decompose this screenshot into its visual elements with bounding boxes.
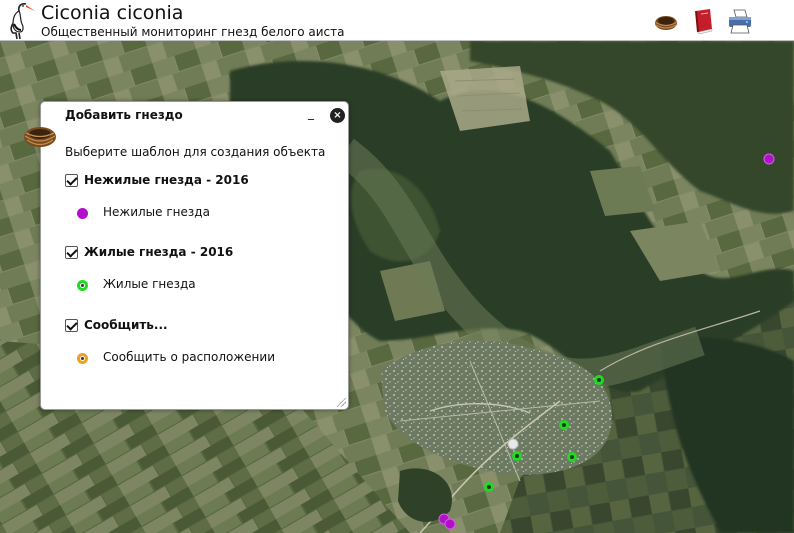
nest-icon xyxy=(24,127,56,147)
app-header: Ciconia ciconia Общественный мониторинг … xyxy=(0,0,794,41)
app-title: Ciconia ciconia xyxy=(41,2,184,24)
layer-name: Жилые гнезда - 2016 xyxy=(84,245,234,259)
nest-marker-uninhabited[interactable] xyxy=(444,518,456,530)
layer-name: Нежилые гнезда - 2016 xyxy=(84,173,249,187)
nest-marker-inhabited[interactable] xyxy=(484,482,494,492)
layer-name: Сообщить... xyxy=(84,318,168,332)
nest-marker-inhabited[interactable] xyxy=(594,375,604,385)
close-button[interactable]: × xyxy=(330,108,345,123)
stork-icon xyxy=(10,3,35,40)
template-label: Нежилые гнезда xyxy=(103,205,210,219)
layer-checkbox[interactable] xyxy=(65,174,78,187)
green-dot-icon xyxy=(77,280,88,291)
nest-marker-inhabited[interactable] xyxy=(559,420,569,430)
nest-marker-uninhabited[interactable] xyxy=(763,153,775,165)
panel-title: Добавить гнездо xyxy=(65,108,183,122)
template-label: Жилые гнезда xyxy=(103,277,196,291)
nest-marker-inhabited[interactable] xyxy=(512,451,522,461)
add-nest-panel: Добавить гнездо _ × Выберите шаблон для … xyxy=(40,101,349,410)
layer-checkbox[interactable] xyxy=(65,246,78,259)
nest-icon[interactable] xyxy=(652,7,680,35)
map-marker-other[interactable] xyxy=(507,438,519,450)
nest-marker-inhabited[interactable] xyxy=(567,452,577,462)
panel-instruction: Выберите шаблон для создания объекта xyxy=(65,145,326,159)
resize-handle[interactable] xyxy=(337,398,346,407)
layer-checkbox[interactable] xyxy=(65,319,78,332)
book-icon[interactable] xyxy=(690,7,718,35)
template-label: Сообщить о расположении xyxy=(103,350,276,364)
app-subtitle: Общественный мониторинг гнезд белого аис… xyxy=(41,25,345,39)
purple-dot-icon xyxy=(77,208,88,219)
printer-icon[interactable] xyxy=(726,7,754,35)
minimize-button[interactable]: _ xyxy=(308,106,320,120)
orange-dot-icon xyxy=(77,353,88,364)
